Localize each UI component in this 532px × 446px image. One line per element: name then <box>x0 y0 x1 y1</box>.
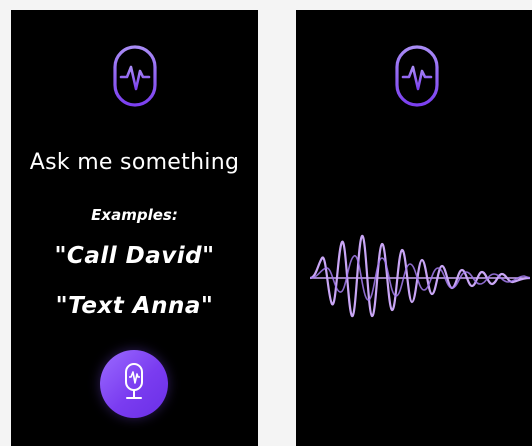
microphone-icon <box>120 362 148 406</box>
sound-waveform <box>309 228 531 332</box>
prompt-title: Ask me something <box>29 150 240 175</box>
microphone-button[interactable] <box>100 350 168 418</box>
example-command-2: "Text Anna" <box>55 293 214 319</box>
voice-prompt-screen: Ask me something Examples: "Call David" … <box>11 10 258 446</box>
waveform-primary <box>309 234 531 318</box>
app-store-screenshots: Ask me something Examples: "Call David" … <box>0 0 532 446</box>
microphone-icon <box>103 43 167 129</box>
example-command-1: "Call David" <box>54 243 215 269</box>
listening-screen <box>296 10 532 446</box>
examples-label: Examples: <box>91 206 178 224</box>
microphone-icon <box>385 43 449 129</box>
